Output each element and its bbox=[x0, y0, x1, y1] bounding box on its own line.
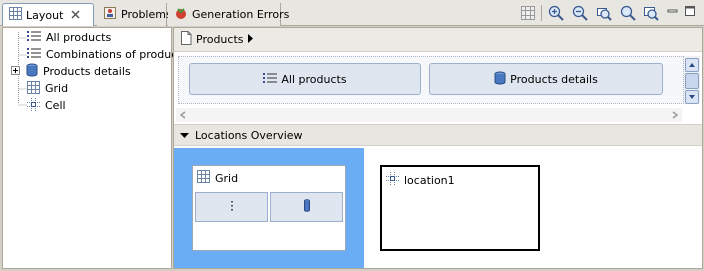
tree-item-grid[interactable]: Grid bbox=[27, 80, 68, 97]
tree-item-label: All products bbox=[46, 31, 112, 44]
cell-icon bbox=[27, 97, 40, 114]
zoom-to-fit-icon[interactable] bbox=[596, 5, 612, 21]
grid-icon bbox=[9, 7, 22, 23]
grid-selection[interactable]: Grid bbox=[174, 148, 364, 268]
list-icon bbox=[230, 200, 234, 215]
grid-cell-list[interactable] bbox=[195, 192, 268, 222]
tree-item-all-products[interactable]: All products bbox=[27, 29, 111, 46]
database-icon bbox=[26, 63, 38, 80]
tab-generation-errors[interactable]: Generation Errors bbox=[168, 3, 289, 26]
close-icon[interactable] bbox=[71, 9, 80, 22]
toolbar-separator bbox=[541, 5, 542, 21]
locations-overview-header[interactable]: Locations Overview bbox=[174, 124, 702, 146]
editor-area: All products Products details bbox=[174, 52, 702, 124]
tab-problems[interactable]: Problems bbox=[97, 3, 172, 26]
button-label: All products bbox=[281, 72, 347, 86]
tab-label: Generation Errors bbox=[192, 8, 290, 21]
list-icon bbox=[263, 72, 278, 87]
scroll-thumb[interactable] bbox=[685, 73, 699, 89]
location-label: location1 bbox=[404, 173, 455, 187]
tree-item-label: Cell bbox=[45, 99, 66, 112]
tree-item-label: Products details bbox=[43, 65, 131, 78]
breadcrumb-label[interactable]: Products bbox=[196, 33, 244, 46]
editor-canvas: All products Products details bbox=[178, 56, 684, 104]
zoom-out-icon[interactable] bbox=[572, 5, 588, 21]
database-icon bbox=[494, 71, 506, 88]
zoom-out-alt-icon[interactable] bbox=[620, 5, 636, 21]
page-icon bbox=[180, 31, 192, 48]
breadcrumb: Products bbox=[174, 28, 702, 52]
list-icon bbox=[27, 47, 41, 62]
section-title: Locations Overview bbox=[195, 128, 303, 142]
generation-errors-icon bbox=[174, 6, 188, 23]
editor-all-products-button[interactable]: All products bbox=[189, 63, 421, 95]
tab-layout[interactable]: Layout bbox=[2, 3, 94, 26]
grid-icon bbox=[197, 170, 210, 186]
tab-label: Problems bbox=[121, 8, 172, 21]
collapse-triangle-icon[interactable] bbox=[180, 129, 189, 142]
location1-box[interactable]: location1 bbox=[380, 165, 540, 251]
problems-icon bbox=[103, 6, 117, 23]
list-icon bbox=[27, 30, 41, 45]
chevron-right-icon[interactable] bbox=[247, 33, 254, 46]
grid-icon bbox=[27, 80, 40, 97]
grid-label: Grid bbox=[215, 171, 239, 185]
tree-item-cell[interactable]: Cell bbox=[27, 97, 66, 114]
editor-products-details-button[interactable]: Products details bbox=[429, 63, 663, 95]
tree-item-label: Combinations of product bbox=[46, 48, 182, 61]
layout-grid-icon[interactable] bbox=[520, 5, 536, 21]
expand-icon[interactable] bbox=[11, 65, 20, 78]
minimize-icon[interactable] bbox=[667, 5, 683, 21]
grid-cell-database[interactable] bbox=[270, 192, 343, 222]
grid-header: Grid bbox=[197, 170, 238, 186]
cell-icon bbox=[386, 172, 399, 188]
tab-bar: Layout Problems Generation Errors bbox=[0, 0, 704, 26]
tab-label: Layout bbox=[26, 8, 64, 22]
tree-item-combinations-of-product[interactable]: Combinations of product bbox=[27, 46, 182, 63]
zoom-in-icon[interactable] bbox=[548, 5, 564, 21]
layout-editor-panel: Products All products Products details L… bbox=[173, 27, 703, 269]
zoom-reset-icon[interactable] bbox=[643, 5, 659, 21]
database-icon bbox=[303, 199, 310, 215]
grid-location-box[interactable]: Grid bbox=[192, 165, 346, 251]
horizontal-scrollbar[interactable] bbox=[176, 108, 682, 122]
tree-item-label: Grid bbox=[45, 82, 69, 95]
tree-item-products-details[interactable]: Products details bbox=[11, 63, 131, 80]
location-header: location1 bbox=[386, 172, 455, 188]
layout-tree: All products Combinations of product Pro… bbox=[2, 27, 182, 269]
maximize-icon[interactable] bbox=[684, 5, 700, 21]
scroll-up-icon[interactable] bbox=[685, 58, 699, 72]
button-label: Products details bbox=[510, 72, 598, 86]
scroll-left-icon[interactable] bbox=[178, 110, 188, 123]
scroll-down-icon[interactable] bbox=[685, 90, 699, 104]
scroll-right-icon[interactable] bbox=[670, 110, 680, 123]
vertical-scrollbar[interactable] bbox=[684, 56, 700, 104]
